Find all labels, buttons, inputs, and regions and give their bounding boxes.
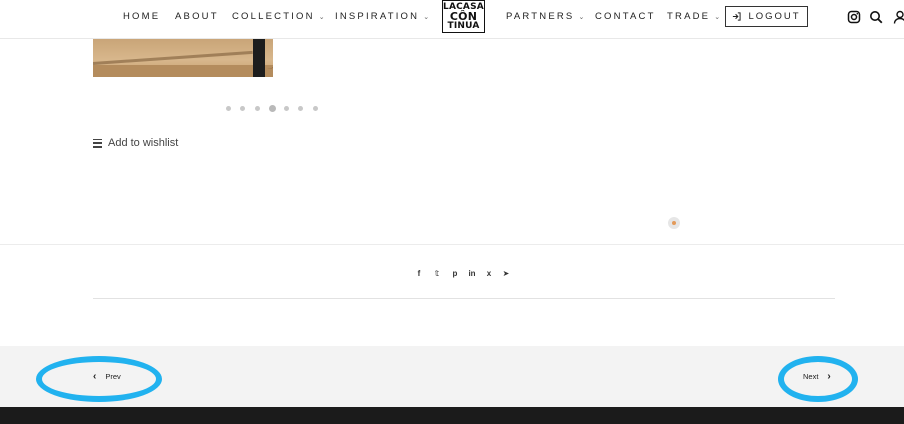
- nav-about[interactable]: ABOUT: [175, 11, 219, 22]
- nav-partners-label: PARTNERS: [506, 11, 575, 22]
- next-label: Next: [803, 372, 819, 381]
- nav-trade-label: TRADE: [667, 11, 711, 22]
- xing-icon[interactable]: x: [484, 268, 494, 279]
- logout-button[interactable]: LOGOUT: [725, 6, 808, 27]
- site-header: HOME ABOUT COLLECTION ⌄ INSPIRATION ⌄ LACA…: [0, 0, 904, 39]
- carousel-dot[interactable]: [298, 106, 303, 111]
- nav-inspiration[interactable]: INSPIRATION ⌄: [335, 11, 429, 22]
- logo-line: TINUA: [447, 20, 480, 31]
- list-icon: [93, 138, 102, 148]
- nav-trade[interactable]: TRADE ⌄: [667, 11, 720, 22]
- facebook-icon[interactable]: f: [414, 268, 424, 279]
- pinterest-icon[interactable]: p: [450, 268, 460, 279]
- instagram-icon[interactable]: [847, 10, 861, 24]
- logout-icon: [733, 12, 742, 21]
- carousel-dot[interactable]: [226, 106, 231, 111]
- divider: [0, 244, 904, 245]
- chevron-down-icon: ⌄: [714, 14, 721, 21]
- chevron-down-icon: ⌄: [318, 14, 325, 21]
- chevron-down-icon: ⌄: [578, 14, 585, 21]
- chevron-down-icon: ⌄: [423, 14, 430, 21]
- nav-home[interactable]: HOME: [123, 11, 160, 22]
- user-icon[interactable]: [893, 10, 904, 24]
- product-image: [93, 39, 273, 77]
- next-button[interactable]: Next ›: [803, 371, 831, 382]
- site-logo[interactable]: LACASA CÔN TINUA: [442, 0, 485, 33]
- site-footer: [0, 407, 904, 424]
- prev-button[interactable]: ‹ Prev: [93, 371, 121, 382]
- logo-line: CÔN: [449, 9, 478, 23]
- chevron-right-icon: ›: [827, 371, 831, 382]
- status-dot[interactable]: [668, 217, 680, 229]
- search-icon[interactable]: [869, 10, 883, 24]
- carousel-dot[interactable]: [313, 106, 318, 111]
- nav-partners[interactable]: PARTNERS ⌄: [506, 11, 584, 22]
- nav-collection-label: COLLECTION: [232, 11, 315, 22]
- nav-collection[interactable]: COLLECTION ⌄: [232, 11, 325, 22]
- nav-contact[interactable]: CONTACT: [595, 11, 656, 22]
- telegram-icon[interactable]: ➤: [501, 268, 511, 279]
- chevron-left-icon: ‹: [93, 371, 97, 382]
- linkedin-icon[interactable]: in: [467, 268, 477, 279]
- add-to-wishlist-button[interactable]: Add to wishlist: [93, 137, 178, 149]
- prev-label: Prev: [105, 372, 121, 381]
- post-navigation: ‹ Prev Next ›: [0, 346, 904, 407]
- carousel-dot-active[interactable]: [269, 105, 276, 112]
- nav-inspiration-label: INSPIRATION: [335, 11, 420, 22]
- carousel-dot[interactable]: [240, 106, 245, 111]
- logout-label: LOGOUT: [748, 11, 801, 22]
- twitter-icon[interactable]: 𝕥: [432, 268, 442, 279]
- carousel-dot[interactable]: [255, 106, 260, 111]
- divider: [93, 298, 835, 299]
- carousel-dot[interactable]: [284, 106, 289, 111]
- wishlist-label: Add to wishlist: [108, 137, 179, 149]
